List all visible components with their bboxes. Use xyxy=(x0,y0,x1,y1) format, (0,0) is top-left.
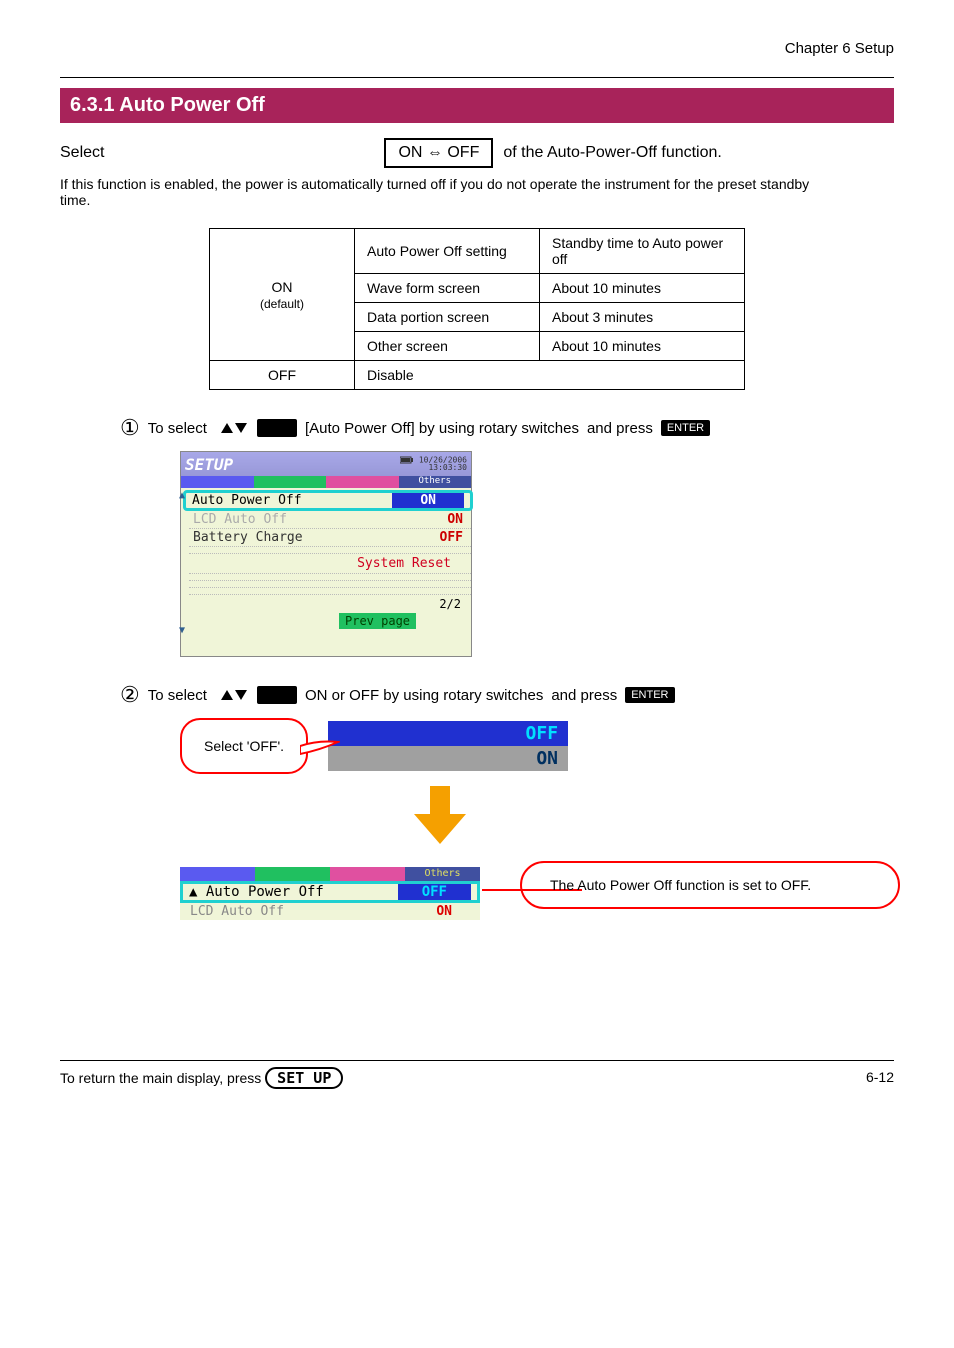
prev-page-button[interactable]: Prev page xyxy=(339,613,416,629)
result-screenshot: Others ▲ Auto Power Off OFF LCD Auto Off… xyxy=(180,867,480,920)
page-indicator: 2/2 xyxy=(189,595,471,613)
intro-desc: If this function is enabled, the power i… xyxy=(60,176,820,208)
speech-bubble: Select 'OFF'. xyxy=(180,718,308,774)
intro-suffix: of the Auto-Power-Off function. xyxy=(503,144,722,162)
intro-prefix: Select xyxy=(60,144,104,162)
scroll-down-icon: ▼ xyxy=(179,625,185,636)
step-1-marker: ① xyxy=(120,415,140,441)
scroll-up-icon: ▲ xyxy=(179,490,185,501)
chapter-label: Chapter 6 Setup xyxy=(60,40,894,57)
footer-note: To return the main display, press xyxy=(60,1070,261,1086)
option-off[interactable]: OFF xyxy=(328,721,568,746)
option-popup[interactable]: OFF ON xyxy=(328,721,568,771)
speech-tail xyxy=(300,740,340,764)
setup-screenshot: SETUP 10/26/200613:03:30 Others ▲ Auto P… xyxy=(180,451,472,657)
screen-title: SETUP xyxy=(185,455,233,474)
updown-icon xyxy=(215,686,249,704)
result-callout: The Auto Power Off function is set to OF… xyxy=(520,861,900,909)
battery-icon xyxy=(400,456,414,464)
standby-table: ON(default) Auto Power Off setting Stand… xyxy=(209,228,745,390)
selected-row[interactable]: Auto Power Off ON xyxy=(183,490,473,511)
section-title: 6.3.1 Auto Power Off xyxy=(60,88,894,123)
page-number: 6-12 xyxy=(866,1069,894,1087)
step-1: ① To select [Auto Power Off] by using ro… xyxy=(120,415,894,441)
option-on[interactable]: ON xyxy=(328,746,568,771)
onoff-box: ON ⇔ OFF xyxy=(384,138,493,168)
table-row: LCD Auto Off ON xyxy=(180,903,480,920)
system-reset[interactable]: System Reset xyxy=(189,554,471,574)
setup-badge: SET UP xyxy=(265,1067,343,1089)
arrow-down-icon xyxy=(410,786,470,846)
result-selected-row[interactable]: ▲ Auto Power Off OFF xyxy=(180,881,480,903)
step-2-marker: ② xyxy=(120,682,140,708)
table-row[interactable]: LCD Auto Off ON xyxy=(189,511,471,529)
updown-icon xyxy=(215,419,249,437)
table-row[interactable]: Battery Charge OFF xyxy=(189,529,471,547)
step-2: ② To select ON or OFF by using rotary sw… xyxy=(120,682,894,708)
enter-icon: ENTER xyxy=(625,687,674,703)
enter-icon: ENTER xyxy=(661,420,710,436)
